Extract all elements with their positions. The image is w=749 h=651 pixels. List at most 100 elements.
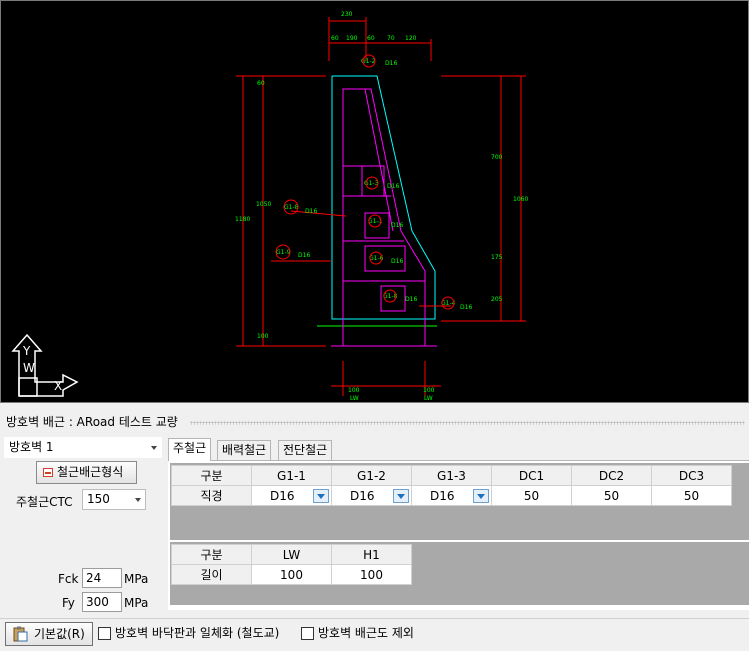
fy-unit: MPa (124, 596, 149, 610)
cell-dc2[interactable]: 50 (571, 485, 652, 506)
default-values-button[interactable]: 기본값(R) (5, 622, 93, 646)
clipboard-icon (13, 626, 28, 642)
fck-input[interactable]: 24 (82, 568, 122, 588)
dim-left-3: 100 (257, 333, 269, 340)
dim-left-0: 60 (257, 80, 265, 87)
tab-main-rebar-label: 주철근 (173, 441, 207, 455)
bottom-bar: 기본값(R) 방호벽 바닥판과 일체화 (철도교) 방호벽 배근도 제외 (0, 618, 749, 651)
length-table: 구분 LW H1 길이 100 100 (171, 544, 412, 585)
fy-input[interactable]: 300 (82, 592, 122, 612)
exclude-rebar-drawing-checkbox[interactable] (301, 627, 314, 640)
axis-label-w: W (23, 361, 35, 375)
panel-grip (190, 421, 745, 425)
fck-unit: MPa (124, 572, 149, 586)
ctc-label: 주철근CTC (16, 495, 73, 509)
dim-bottom-3: LW (424, 395, 433, 402)
axis-label-x: X (54, 379, 62, 393)
dim-top-5: 120 (405, 35, 417, 42)
fck-input-value: 24 (86, 571, 102, 585)
table-header-row: 구분 LW H1 (171, 544, 412, 565)
tag-9: D16 (298, 252, 310, 259)
integrate-slab-label[interactable]: 방호벽 바닥판과 일체화 (철도교) (115, 624, 279, 641)
cell-value: D16 (270, 488, 295, 503)
rebar-form-icon (43, 468, 53, 477)
fck-label: Fck (58, 572, 79, 586)
ctc-select[interactable]: 150 (82, 489, 146, 510)
cad-drawing-view[interactable]: 230 60 190 60 70 120 G1-2 D16 G1-3 D16 G… (0, 0, 749, 403)
header-cell: G1-2 (331, 465, 412, 486)
header-cell: 구분 (171, 544, 252, 565)
header-cell: DC3 (651, 465, 732, 486)
tab-main-rebar[interactable]: 주철근 (168, 438, 212, 461)
barrier-section-drawing: 230 60 190 60 70 120 G1-2 D16 G1-3 D16 G… (11, 11, 528, 402)
integrate-slab-checkbox[interactable] (98, 627, 111, 640)
chevron-down-icon[interactable] (473, 489, 489, 503)
diameter-select-g1-1[interactable]: D16 (251, 485, 332, 506)
tab-shear-rebar[interactable]: 전단철근 (278, 440, 333, 460)
dim-top-0: 230 (341, 11, 353, 18)
ctc-select-value: 150 (87, 492, 110, 506)
barrier-outline (317, 75, 437, 327)
header-cell: 구분 (171, 465, 252, 486)
table-header-row: 구분 G1-1 G1-2 G1-3 DC1 DC2 DC3 (171, 465, 732, 486)
dim-top-2: 190 (346, 35, 358, 42)
exclude-rebar-drawing-label[interactable]: 방호벽 배근도 제외 (318, 624, 414, 641)
diameter-select-g1-2[interactable]: D16 (331, 485, 412, 506)
barrier-select-value: 방호벽 1 (9, 440, 54, 454)
tag-4: G1-8 (284, 204, 299, 211)
chevron-down-icon[interactable] (313, 489, 329, 503)
fy-label: Fy (62, 596, 75, 610)
tag-5: D16 (305, 208, 317, 215)
panel-title-text: 방호벽 배근 : ARoad 테스트 교량 (6, 415, 178, 429)
row-header-length: 길이 (171, 564, 252, 585)
dim-bottom-1: LW (350, 395, 359, 402)
header-cell: DC1 (491, 465, 572, 486)
cell-h1[interactable]: 100 (331, 564, 412, 585)
dim-left-1: 1180 (235, 216, 250, 223)
main-rebar-table: 구분 G1-1 G1-2 G1-3 DC1 DC2 DC3 직경 D16 D16… (171, 465, 732, 506)
dim-left-2: 1050 (256, 201, 271, 208)
header-cell: LW (251, 544, 332, 565)
tag-15: D16 (460, 304, 472, 311)
rebar-form-button-label: 철근배근형식 (57, 465, 124, 479)
barrier-select[interactable]: 방호벽 1 (4, 437, 162, 458)
table-row: 길이 100 100 (171, 564, 412, 585)
dim-right-2: 175 (491, 254, 503, 261)
rebar-form-button[interactable]: 철근배근형식 (36, 461, 137, 484)
cell-value: D16 (430, 488, 455, 503)
dimension-lines (236, 17, 526, 396)
dim-top-1: 60 (331, 35, 339, 42)
header-cell: H1 (331, 544, 412, 565)
cell-dc3[interactable]: 50 (651, 485, 732, 506)
cell-value: D16 (350, 488, 375, 503)
tab-distribution-rebar[interactable]: 배력철근 (217, 440, 272, 460)
dim-top-3: 60 (367, 35, 375, 42)
dim-right-0: 700 (491, 154, 503, 161)
tag-11: D16 (391, 258, 403, 265)
chevron-down-icon[interactable] (393, 489, 409, 503)
tab-shear-rebar-label: 전단철근 (283, 443, 328, 457)
tag-8: G1-9 (276, 249, 291, 256)
default-values-button-label: 기본값(R) (34, 627, 85, 641)
dim-right-3: 205 (491, 296, 503, 303)
header-cell: G1-1 (251, 465, 332, 486)
tag-1: D16 (385, 60, 397, 67)
row-header-diameter: 직경 (171, 485, 252, 506)
panel-title: 방호벽 배근 : ARoad 테스트 교량 (0, 412, 749, 432)
chevron-down-icon[interactable] (151, 446, 157, 450)
cell-dc1[interactable]: 50 (491, 485, 572, 506)
tab-distribution-rebar-label: 배력철근 (222, 443, 267, 457)
dim-right-1: 1060 (513, 196, 528, 203)
header-cell: G1-3 (411, 465, 492, 486)
dim-top-4: 70 (387, 35, 395, 42)
dim-bottom-0: 100 (348, 387, 360, 394)
chevron-down-icon[interactable] (135, 498, 141, 502)
cad-labels: 230 60 190 60 70 120 G1-2 D16 G1-3 D16 G… (235, 11, 528, 402)
tag-13: D16 (405, 296, 417, 303)
fy-input-value: 300 (86, 595, 109, 609)
cell-lw[interactable]: 100 (251, 564, 332, 585)
axis-label-y: Y (22, 344, 31, 358)
dim-bottom-2: 100 (423, 387, 435, 394)
diameter-select-g1-3[interactable]: D16 (411, 485, 492, 506)
rebar-lines (331, 88, 437, 347)
